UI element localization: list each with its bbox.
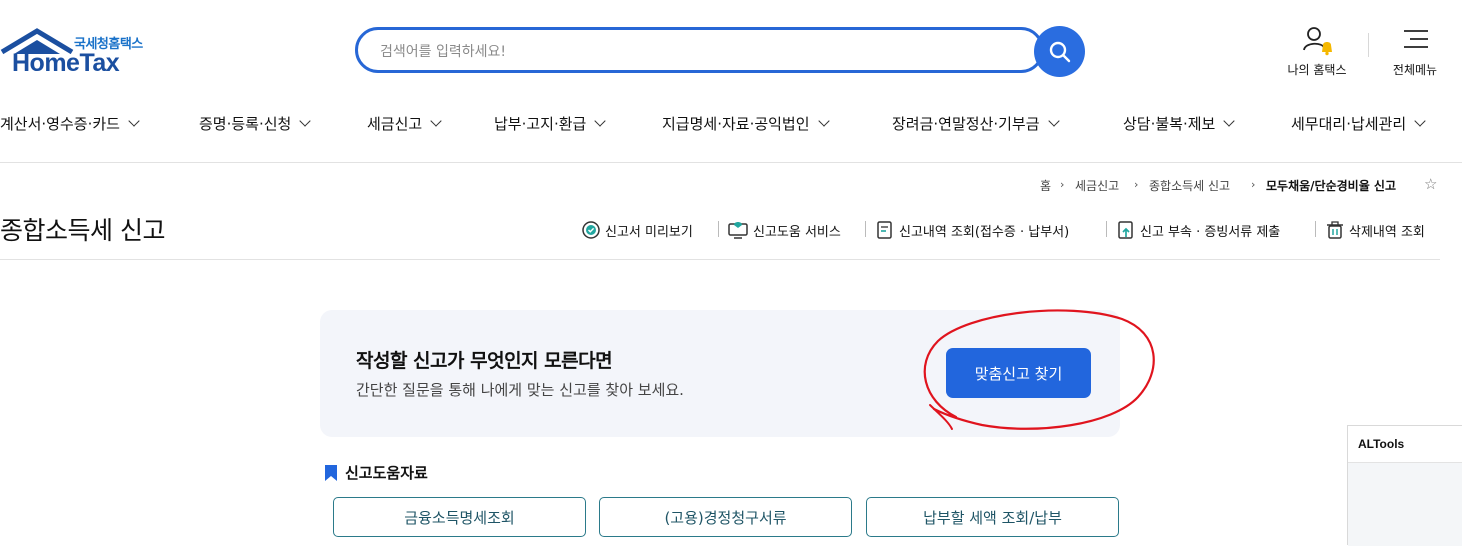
breadcrumb-current: 모두채움/단순경비율 신고 [1266, 179, 1397, 193]
gnb-label: 세금신고 [367, 114, 423, 133]
util-divider [1106, 221, 1107, 237]
header-divider [1368, 33, 1369, 57]
util-label: 신고도움 서비스 [753, 224, 841, 240]
chevron-down-icon [817, 115, 830, 127]
all-menu-label: 전체메뉴 [1392, 63, 1438, 77]
trash-icon [1327, 221, 1343, 239]
search-box [355, 27, 1044, 73]
all-menu-button[interactable]: 전체메뉴 [1384, 26, 1446, 78]
chevron-down-icon [128, 115, 140, 127]
gnb-tax-agent[interactable]: 세무대리·납세관리 [1291, 111, 1426, 135]
filing-history-link[interactable]: 신고내역 조회(접수증 · 납부서) [875, 218, 1069, 242]
breadcrumb-income-tax[interactable]: 종합소득세 신고 [1149, 177, 1230, 195]
gnb-incentive-yearend[interactable]: 장려금·연말정산·기부금 [892, 111, 1060, 135]
util-divider [718, 221, 719, 237]
bookmark-icon [325, 464, 337, 481]
help-materials-title: 신고도움자료 [324, 462, 428, 483]
breadcrumb-chevron-icon: › [1060, 178, 1065, 191]
gnb-label: 세무대리·납세관리 [1291, 114, 1407, 133]
check-circle-icon [582, 221, 600, 239]
gnb-consultation-appeal[interactable]: 상담·불복·제보 [1123, 111, 1236, 135]
gnb-label: 계산서·영수증·카드 [0, 114, 120, 133]
search-input[interactable] [378, 40, 1022, 64]
gnb-divider [0, 162, 1462, 163]
breadcrumb-home[interactable]: 홈 [1040, 177, 1051, 195]
chevron-down-icon [1223, 115, 1236, 127]
gnb-label: 지급명세·자료·공익법인 [662, 114, 810, 133]
help-title-label: 신고도움자료 [345, 464, 428, 482]
gnb-label: 증명·등록·신청 [199, 114, 292, 133]
user-bell-icon [1303, 27, 1332, 56]
filing-help-service-link[interactable]: 신고도움 서비스 [727, 218, 841, 242]
employment-correction-docs-button[interactable]: (고용)경정청구서류 [599, 497, 852, 537]
util-label: 신고 부속 · 증빙서류 제출 [1140, 224, 1281, 240]
chevron-down-icon [594, 115, 607, 127]
title-divider [0, 259, 1440, 260]
gnb-certificate-registration[interactable]: 증명·등록·신청 [199, 111, 312, 135]
chevron-down-icon [1414, 115, 1426, 127]
util-label: 신고서 미리보기 [605, 224, 693, 240]
altools-body [1348, 463, 1462, 546]
breadcrumb-chevron-icon: › [1134, 178, 1139, 191]
submit-documents-link[interactable]: 신고 부속 · 증빙서류 제출 [1116, 218, 1280, 242]
gnb-label: 납부·고지·환급 [494, 114, 587, 133]
my-hometax-label: 나의 홈택스 [1287, 63, 1347, 77]
gnb-payment-statement[interactable]: 지급명세·자료·공익법인 [662, 111, 830, 135]
gnb-payment-notice-refund[interactable]: 납부·고지·환급 [494, 111, 607, 135]
financial-income-statement-button[interactable]: 금융소득명세조회 [333, 497, 586, 537]
altools-title: ALTools [1358, 437, 1405, 451]
upload-document-icon [1118, 221, 1133, 239]
finder-description: 간단한 질문을 통해 나에게 맞는 신고를 찾아 보세요. [356, 381, 684, 399]
my-hometax-button[interactable]: 나의 홈택스 [1280, 26, 1354, 78]
util-label: 신고내역 조회(접수증 · 납부서) [899, 224, 1070, 240]
red-annotation-circle [923, 309, 1155, 430]
chevron-down-icon [299, 115, 312, 127]
help-monitor-icon [728, 222, 748, 239]
search-button[interactable] [1034, 26, 1085, 77]
finder-title: 작성할 신고가 무엇인지 모른다면 [356, 350, 613, 372]
util-divider [1315, 221, 1316, 237]
altools-panel[interactable]: ALTools [1347, 425, 1462, 546]
search-icon [1049, 41, 1071, 63]
breadcrumb-tax-filing[interactable]: 세금신고 [1075, 177, 1119, 195]
logo-english-text: HomeTax [12, 49, 120, 77]
deleted-history-link[interactable]: 삭제내역 조회 [1325, 218, 1425, 242]
gnb-label: 장려금·연말정산·기부금 [892, 114, 1040, 133]
page-title: 종합소득세 신고 [0, 216, 165, 245]
document-icon [877, 221, 892, 239]
star-icon[interactable]: ☆ [1424, 175, 1437, 193]
preview-form-link[interactable]: 신고서 미리보기 [581, 218, 693, 242]
breadcrumb-chevron-icon: › [1251, 178, 1256, 191]
gnb-invoice-receipt-card[interactable]: 계산서·영수증·카드 [0, 111, 140, 135]
hometax-logo[interactable]: 국세청홈택스 HomeTax [0, 28, 160, 80]
gnb-label: 상담·불복·제보 [1123, 114, 1216, 133]
chevron-down-icon [430, 115, 442, 127]
gnb-tax-filing[interactable]: 세금신고 [367, 111, 442, 135]
util-divider [865, 221, 866, 237]
chevron-down-icon [1047, 115, 1060, 127]
util-label: 삭제내역 조회 [1349, 224, 1425, 240]
hamburger-icon [1404, 30, 1428, 48]
tax-payment-inquiry-button[interactable]: 납부할 세액 조회/납부 [866, 497, 1119, 537]
